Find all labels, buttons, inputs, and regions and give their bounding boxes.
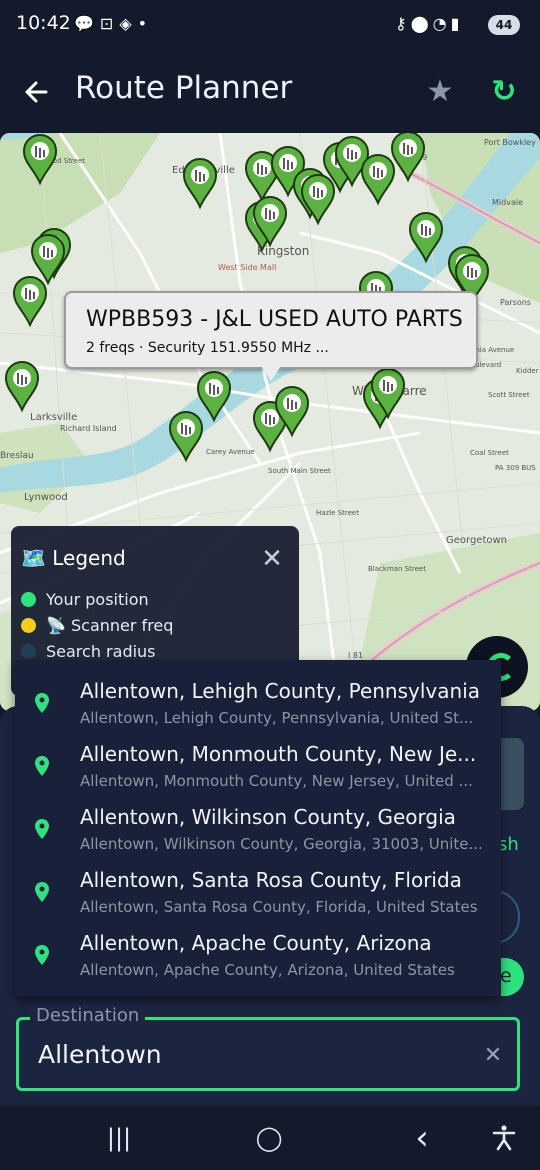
nav-back-button[interactable]: ‹ [402, 1120, 442, 1156]
callout-subtitle: 2 freqs · Security 151.9550 MHz ... [86, 340, 329, 356]
callout-title: WPBB593 - J&L USED AUTO PARTS [86, 307, 463, 332]
sheet-action-label: e [500, 965, 512, 987]
chat-bubble-icon: 💬 [74, 14, 100, 33]
legend-item-radius: Search radius [21, 642, 156, 661]
accessibility-icon [492, 1125, 516, 1151]
home-button[interactable]: ◯ [249, 1120, 289, 1156]
suggestion-title: Allentown, Apache County, Arizona [80, 931, 432, 955]
destination-label: Destination [30, 1005, 146, 1026]
map-label: I 81 [348, 651, 363, 660]
back-icon: ‹ [415, 1118, 429, 1158]
suggestion-item[interactable]: Allentown, Wilkinson County, Georgia All… [15, 799, 501, 862]
accessibility-button[interactable] [484, 1120, 524, 1156]
battery-indicator: 44 [488, 15, 520, 35]
map-label: South Main Street [268, 467, 331, 475]
map-label: PA 309 BUS [495, 464, 536, 472]
map-label: Carey Avenue [206, 448, 255, 456]
map-label: West Side Mall [218, 263, 276, 272]
legend-close-button[interactable]: ✕ [259, 546, 285, 572]
legend-title-text: Legend [52, 546, 126, 570]
suggestion-subtitle: Allentown, Wilkinson County, Georgia, 31… [80, 835, 483, 853]
map-label: Parsons [500, 298, 531, 307]
close-icon: ✕ [261, 544, 283, 574]
map-label: Blackman Street [368, 565, 426, 573]
page-title: Route Planner [75, 70, 293, 106]
refresh-icon: ↻ [491, 74, 517, 109]
suggestion-title: Allentown, Santa Rosa County, Florida [80, 868, 462, 892]
map-icon: 🗺️ [21, 546, 46, 570]
green-dot-icon [21, 592, 36, 607]
destination-input[interactable]: Allentown [38, 1040, 162, 1069]
suggestion-subtitle: Allentown, Apache County, Arizona, Unite… [80, 961, 455, 979]
suggestion-item[interactable]: Allentown, Monmouth County, New Je... Al… [15, 736, 501, 799]
legend-item-scanner: 📡 Scanner freq [21, 616, 173, 635]
map-label: Lynwood [24, 492, 68, 503]
map-label: Georgetown [446, 535, 507, 546]
back-button[interactable] [20, 74, 56, 110]
suggestion-subtitle: Allentown, Monmouth County, New Jersey, … [80, 772, 473, 790]
ar-cube-icon: ◈ [119, 14, 138, 33]
arrow-left-icon [25, 81, 48, 103]
legend-title: 🗺️ Legend [21, 546, 126, 570]
callout-tail [259, 363, 283, 381]
location-pin-icon [35, 819, 49, 839]
suggestion-subtitle: Allentown, Santa Rosa County, Florida, U… [80, 898, 478, 916]
signal-icon: ▮ [450, 14, 464, 33]
location-pin-icon [35, 882, 49, 902]
map-label: Richard Island [60, 424, 117, 433]
home-icon: ◯ [255, 1124, 283, 1152]
location-pin-icon [35, 756, 49, 776]
suggestion-item[interactable]: Allentown, Santa Rosa County, Florida Al… [15, 862, 501, 925]
recents-icon: ||| [106, 1124, 132, 1152]
map-label: Larksville [30, 412, 77, 423]
key-icon: ⚷ [395, 14, 411, 33]
wifi-6e-icon: ◔ [432, 14, 451, 33]
favorite-button[interactable]: ★ [420, 72, 460, 112]
system-icons: ⚷⬤◔▮ [395, 14, 463, 33]
map-label: Hazle Street [316, 509, 359, 517]
star-icon: ★ [426, 74, 454, 109]
location-icon: ⬤ [410, 14, 433, 33]
dot-icon: • [137, 14, 154, 33]
screen-record-icon: ⊡ [99, 14, 120, 33]
legend-item-label: Your position [46, 590, 149, 609]
notification-icons: 💬⊡◈• [74, 14, 153, 33]
map-label: Coal Street [470, 449, 509, 457]
location-pin-icon [35, 693, 49, 713]
yellow-dot-icon [21, 618, 36, 633]
suggestion-title: Allentown, Wilkinson County, Georgia [80, 805, 456, 829]
sheet-partial-text[interactable]: sh [498, 834, 519, 855]
map-label: Scott Street [488, 391, 530, 399]
map-label: Port Bowkley [484, 138, 536, 147]
suggestion-title: Allentown, Lehigh County, Pennsylvania [80, 679, 480, 703]
status-time: 10:42 [16, 12, 71, 34]
suggestion-title: Allentown, Monmouth County, New Je... [80, 742, 477, 766]
legend-item-label: 📡 Scanner freq [46, 616, 174, 635]
legend-item-label: Search radius [46, 642, 156, 661]
suggestion-item[interactable]: Allentown, Lehigh County, Pennsylvania A… [15, 673, 501, 736]
suggestion-dropdown: Allentown, Lehigh County, Pennsylvania A… [15, 660, 501, 996]
map-label: Breslau [0, 451, 34, 461]
legend-item-position: Your position [21, 590, 149, 609]
refresh-button[interactable]: ↻ [484, 72, 524, 112]
location-pin-icon [35, 945, 49, 965]
close-icon: ✕ [483, 1043, 503, 1068]
map-label: Midvale [492, 198, 523, 207]
recents-button[interactable]: ||| [99, 1120, 139, 1156]
map-label: Kidder Street [516, 367, 540, 375]
station-callout[interactable]: WPBB593 - J&L USED AUTO PARTS 2 freqs · … [64, 291, 478, 369]
suggestion-item[interactable]: Allentown, Apache County, Arizona Allent… [15, 925, 501, 988]
suggestion-subtitle: Allentown, Lehigh County, Pennsylvania, … [80, 709, 474, 727]
dark-dot-icon [21, 644, 36, 659]
clear-destination-button[interactable]: ✕ [482, 1043, 504, 1069]
